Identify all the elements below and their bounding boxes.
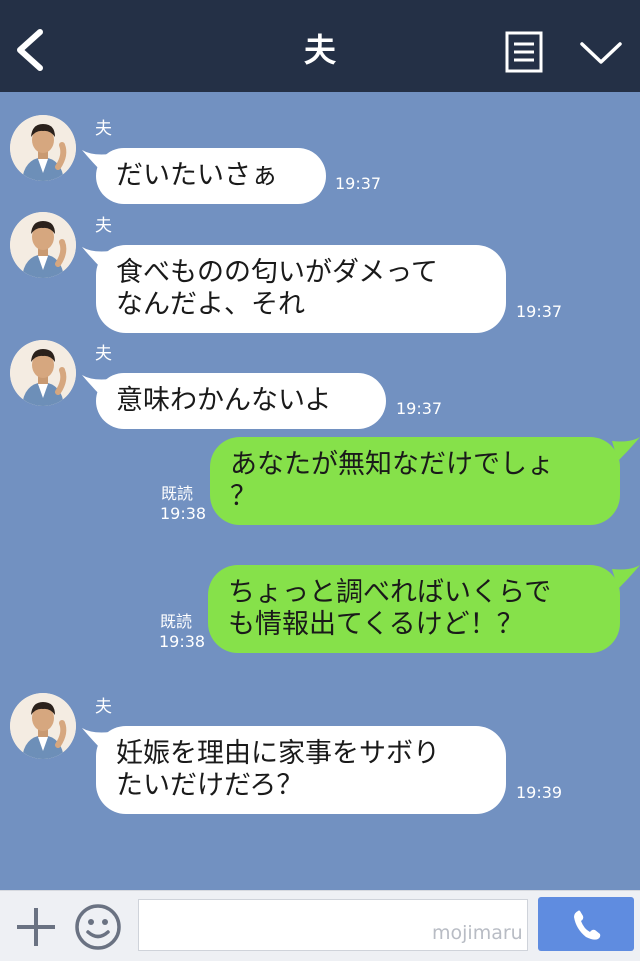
avatar[interactable]	[10, 212, 76, 278]
menu-button[interactable]	[505, 31, 545, 73]
phone-icon	[574, 910, 601, 940]
message-time: 19:38	[159, 632, 206, 651]
message-time: 19:38	[160, 504, 207, 523]
bubble-tail	[612, 565, 640, 589]
message-time: 19:37	[516, 302, 563, 321]
attach-button[interactable]	[14, 905, 58, 949]
avatar[interactable]	[10, 115, 76, 181]
smiley-icon	[75, 904, 121, 950]
sender-name: 夫	[95, 697, 112, 717]
message-bubble[interactable]: ちょっと調べればいくらで も情報出てくるけど！？	[208, 565, 620, 653]
message-time: 19:37	[335, 174, 382, 193]
avatar[interactable]	[10, 340, 76, 406]
sender-name: 夫	[95, 216, 112, 236]
bubble-tail	[612, 437, 640, 461]
message-bubble[interactable]: 意味わかんないよ	[96, 373, 386, 429]
message-time: 19:37	[396, 399, 443, 418]
avatar[interactable]	[10, 693, 76, 759]
call-button[interactable]	[538, 897, 634, 951]
message-bubble[interactable]: 食べものの匂いがダメって なんだよ、それ	[96, 245, 506, 333]
collapse-button[interactable]	[578, 36, 624, 70]
watermark: mojimaru	[432, 922, 523, 944]
emoji-button[interactable]	[74, 903, 122, 951]
sender-name: 夫	[95, 119, 112, 139]
message-time: 19:39	[516, 783, 563, 802]
message-list[interactable]: 夫 だいたいさぁ 19:37 夫 食べものの匂いがダメって なんだよ、それ 19…	[0, 92, 640, 890]
read-receipt: 既読	[160, 612, 193, 631]
read-receipt: 既読	[161, 484, 194, 503]
chat-header: 夫	[0, 0, 640, 92]
message-bubble[interactable]: だいたいさぁ	[96, 148, 326, 204]
plus-icon	[17, 908, 55, 946]
menu-icon	[505, 31, 543, 73]
message-bubble[interactable]: あなたが無知なだけでしょ ？	[210, 437, 620, 525]
sender-name: 夫	[95, 344, 112, 364]
chevron-down-icon	[580, 42, 622, 64]
message-bubble[interactable]: 妊娠を理由に家事をサボり たいだけだろ？	[96, 726, 506, 814]
